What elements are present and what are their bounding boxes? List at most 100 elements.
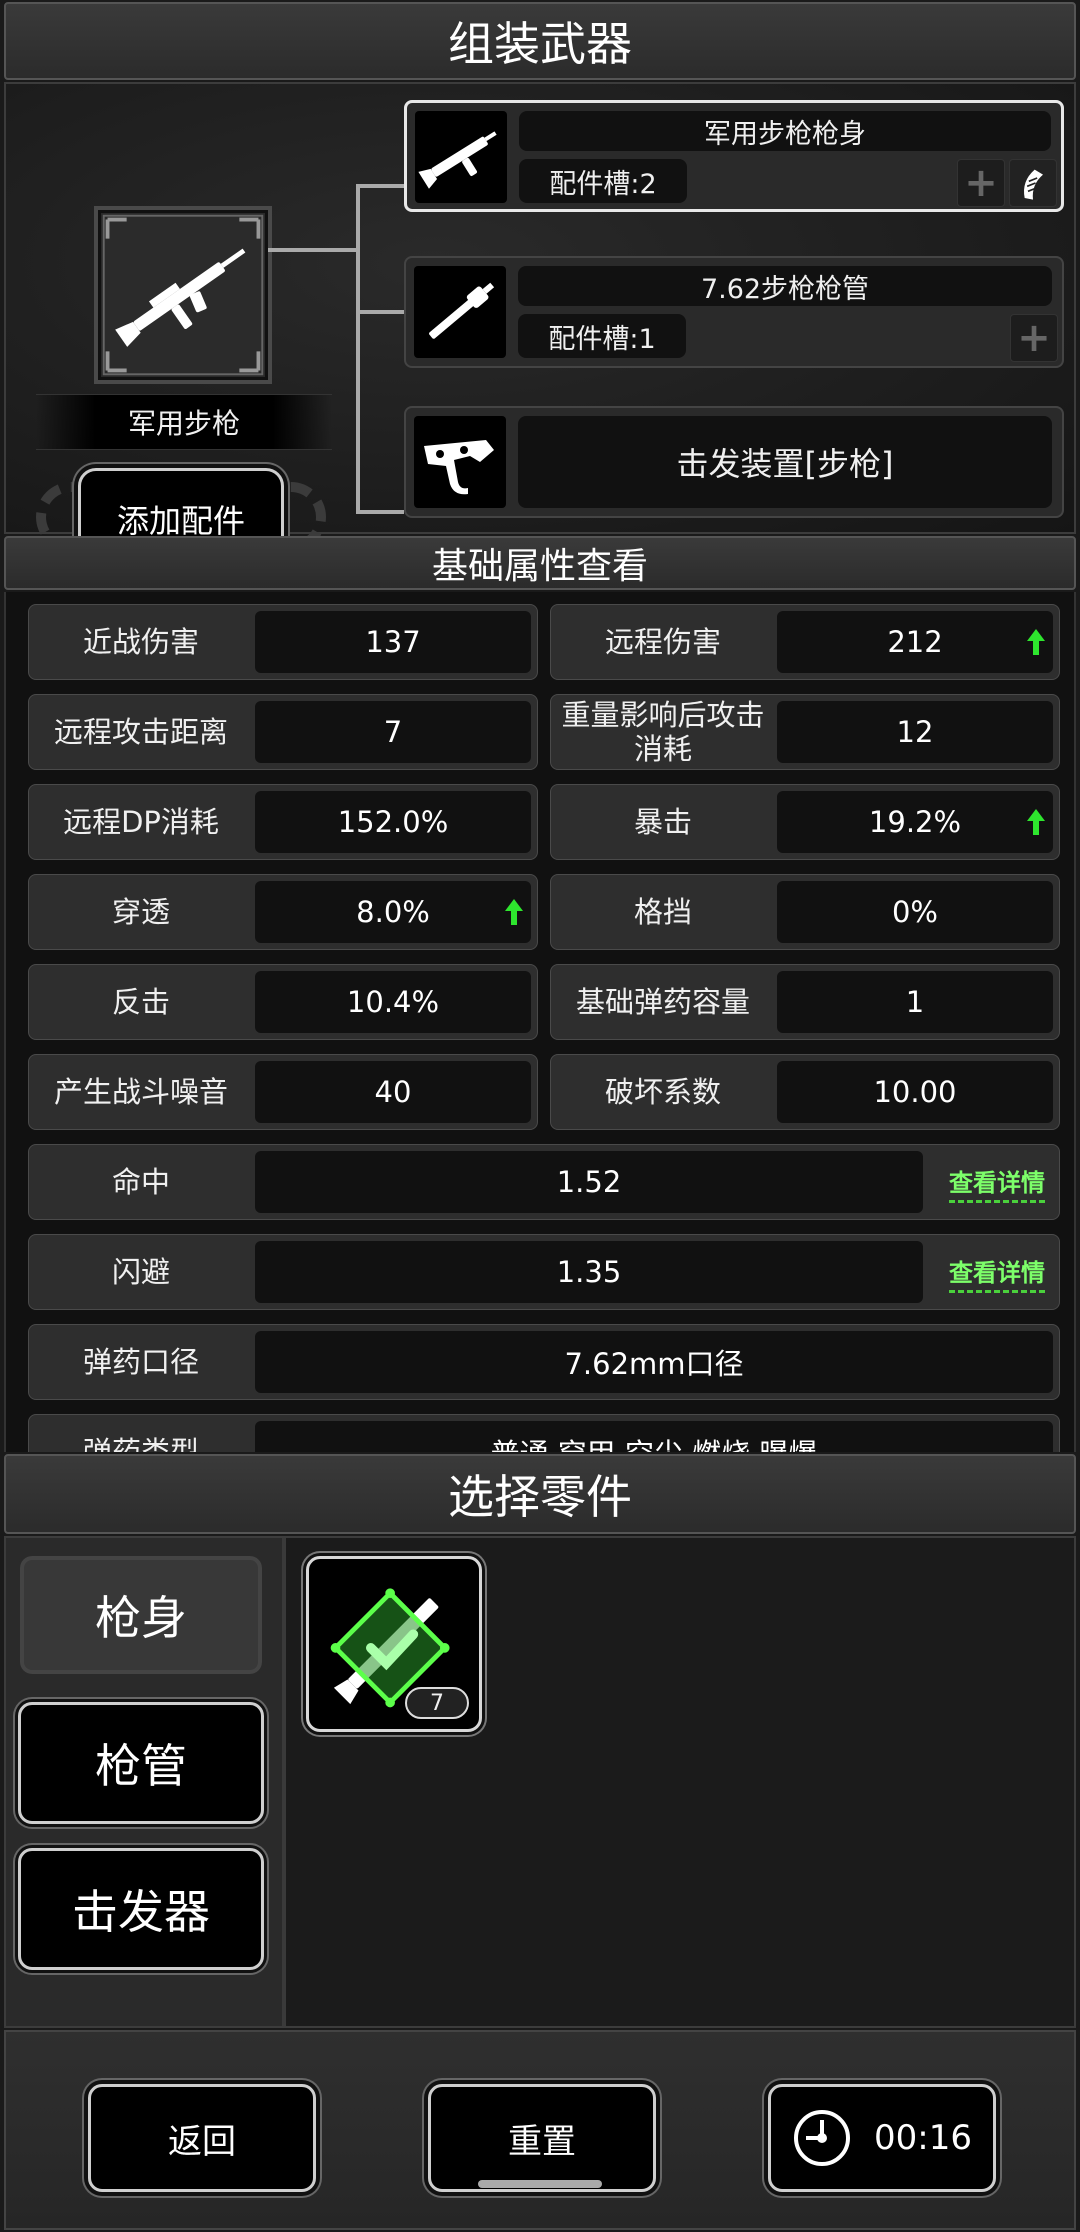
timer-text: 00:16 bbox=[874, 2118, 972, 2158]
stat-label: 近战伤害 bbox=[82, 625, 199, 659]
magazine-slot-button[interactable] bbox=[1009, 159, 1057, 207]
stat-label: 弹药口径 bbox=[82, 1345, 199, 1379]
barrel-icon bbox=[429, 282, 495, 339]
stat-value: 212 bbox=[777, 611, 1053, 673]
stat-value: 1.52 bbox=[255, 1151, 923, 1213]
stat-label: 格挡 bbox=[633, 895, 692, 929]
stat-value-text: 212 bbox=[887, 625, 943, 659]
tab-trigger[interactable]: 击发器 bbox=[18, 1848, 264, 1970]
weapon-name-text: 军用步枪 bbox=[127, 407, 240, 440]
stat-value: 152.0% bbox=[255, 791, 531, 853]
tree-connector bbox=[356, 184, 360, 514]
stat-noise: 产生战斗噪音 40 bbox=[28, 1054, 538, 1130]
part-name-trigger: 击发装置[步枪] bbox=[518, 416, 1052, 508]
tree-connector bbox=[356, 184, 404, 188]
part-name-barrel-text: 7.62步枪枪管 bbox=[700, 273, 870, 305]
part-slots-barrel: 配件槽:1 bbox=[518, 314, 686, 358]
stat-label: 破坏系数 bbox=[604, 1075, 721, 1109]
home-indicator[interactable] bbox=[478, 2180, 602, 2188]
timer-button[interactable]: 00:16 bbox=[768, 2084, 996, 2192]
stat-ammo-capacity: 基础弹药容量 1 bbox=[550, 964, 1060, 1040]
stat-label: 重量影响后攻击消耗 bbox=[561, 698, 765, 766]
stat-melee-damage: 近战伤害 137 bbox=[28, 604, 538, 680]
part-icon-barrel bbox=[414, 266, 506, 358]
stats-panel[interactable]: 近战伤害 137 远程伤害 212 远程攻击距离 7 重量影响后攻击消耗 12 … bbox=[4, 592, 1076, 1452]
stat-penetration: 穿透 8.0% bbox=[28, 874, 538, 950]
view-details-link[interactable]: 查看详情 bbox=[949, 1253, 1045, 1293]
stat-label: 暴击 bbox=[633, 805, 692, 839]
rifle-body-icon bbox=[418, 131, 497, 189]
part-icon-body bbox=[415, 111, 507, 203]
select-parts-panel: 枪身 枪管 击发器 7 bbox=[4, 1536, 1076, 2028]
stat-crit: 暴击 19.2% bbox=[550, 784, 1060, 860]
stat-value: 7.62mm口径 bbox=[255, 1331, 1053, 1393]
reset-button[interactable]: 重置 bbox=[428, 2084, 656, 2192]
stat-value: 1 bbox=[777, 971, 1053, 1033]
stat-ranged-damage: 远程伤害 212 bbox=[550, 604, 1060, 680]
stat-value: 1.35 bbox=[255, 1241, 923, 1303]
back-button[interactable]: 返回 bbox=[88, 2084, 316, 2192]
item-count-badge: 7 bbox=[405, 1687, 469, 1719]
stat-counter: 反击 10.4% bbox=[28, 964, 538, 1040]
up-arrow-icon bbox=[1027, 809, 1045, 835]
reset-button-label: 重置 bbox=[508, 2121, 576, 2162]
clock-icon bbox=[794, 2110, 850, 2166]
assembly-panel: 军用步枪 添加配件 军用步枪枪身 配件槽:2 + 7.62步枪枪管 配件槽:1 … bbox=[4, 82, 1076, 570]
part-card-barrel[interactable]: 7.62步枪枪管 配件槽:1 + bbox=[404, 256, 1064, 368]
page-title-text: 组装武器 bbox=[448, 17, 632, 71]
stat-value: 40 bbox=[255, 1061, 531, 1123]
back-button-label: 返回 bbox=[168, 2121, 236, 2162]
tab-body-label: 枪身 bbox=[95, 1591, 187, 1645]
stat-value: 0% bbox=[777, 881, 1053, 943]
part-card-body[interactable]: 军用步枪枪身 配件槽:2 + bbox=[404, 100, 1064, 212]
tab-barrel[interactable]: 枪管 bbox=[18, 1702, 264, 1824]
stat-block: 格挡 0% bbox=[550, 874, 1060, 950]
stat-label: 穿透 bbox=[111, 895, 170, 929]
part-card-trigger[interactable]: 击发装置[步枪] bbox=[404, 406, 1064, 518]
add-slot-button[interactable]: + bbox=[1010, 314, 1058, 362]
stat-ranged-dp: 远程DP消耗 152.0% bbox=[28, 784, 538, 860]
tree-connector bbox=[356, 510, 404, 514]
stat-label: 命中 bbox=[111, 1165, 170, 1199]
stat-label: 闪避 bbox=[111, 1255, 170, 1289]
magazine-icon bbox=[1024, 169, 1043, 200]
stat-value: 8.0% bbox=[255, 881, 531, 943]
stat-value: 137 bbox=[255, 611, 531, 673]
plus-icon: + bbox=[1017, 315, 1051, 361]
plus-icon: + bbox=[964, 160, 998, 206]
part-name-body-text: 军用步枪枪身 bbox=[704, 118, 866, 150]
stat-evasion: 闪避 1.35 查看详情 bbox=[28, 1234, 1060, 1310]
stats-title-text: 基础属性查看 bbox=[431, 546, 648, 587]
stat-accuracy: 命中 1.52 查看详情 bbox=[28, 1144, 1060, 1220]
stat-label: 远程DP消耗 bbox=[63, 805, 219, 839]
stat-label: 产生战斗噪音 bbox=[53, 1075, 228, 1109]
stat-value: 10.4% bbox=[255, 971, 531, 1033]
stat-label: 基础弹药容量 bbox=[575, 985, 750, 1019]
part-name-body: 军用步枪枪身 bbox=[519, 111, 1051, 151]
view-details-link[interactable]: 查看详情 bbox=[949, 1163, 1045, 1203]
part-slots-body-text: 配件槽:2 bbox=[549, 168, 657, 200]
stat-value: 7 bbox=[255, 701, 531, 763]
stat-weighted-cost: 重量影响后攻击消耗 12 bbox=[550, 694, 1060, 770]
item-count-text: 7 bbox=[430, 1690, 444, 1716]
stat-value: 12 bbox=[777, 701, 1053, 763]
stat-value: 19.2% bbox=[777, 791, 1053, 853]
add-slot-button[interactable]: + bbox=[957, 159, 1005, 207]
stat-label: 弹药类型 bbox=[82, 1435, 199, 1452]
part-icon-trigger bbox=[414, 416, 506, 508]
stat-ammo-type: 弹药类型 普通 穿甲 空尖 燃烧 曝爆 bbox=[28, 1414, 1060, 1452]
part-name-trigger-text: 击发装置[步枪] bbox=[676, 445, 894, 483]
weapon-preview bbox=[94, 206, 272, 384]
tree-connector bbox=[268, 248, 358, 252]
stat-destruction: 破坏系数 10.00 bbox=[550, 1054, 1060, 1130]
part-item[interactable]: 7 bbox=[306, 1556, 482, 1732]
up-arrow-icon bbox=[1027, 629, 1045, 655]
tab-body[interactable]: 枪身 bbox=[18, 1554, 264, 1676]
stat-caliber: 弹药口径 7.62mm口径 bbox=[28, 1324, 1060, 1400]
stat-value-text: 8.0% bbox=[356, 895, 430, 929]
tab-trigger-label: 击发器 bbox=[72, 1885, 210, 1939]
weapon-name: 军用步枪 bbox=[36, 394, 332, 450]
up-arrow-icon bbox=[505, 899, 523, 925]
stat-value-text: 19.2% bbox=[868, 805, 962, 839]
part-category-tabs: 枪身 枪管 击发器 bbox=[6, 1538, 286, 2026]
